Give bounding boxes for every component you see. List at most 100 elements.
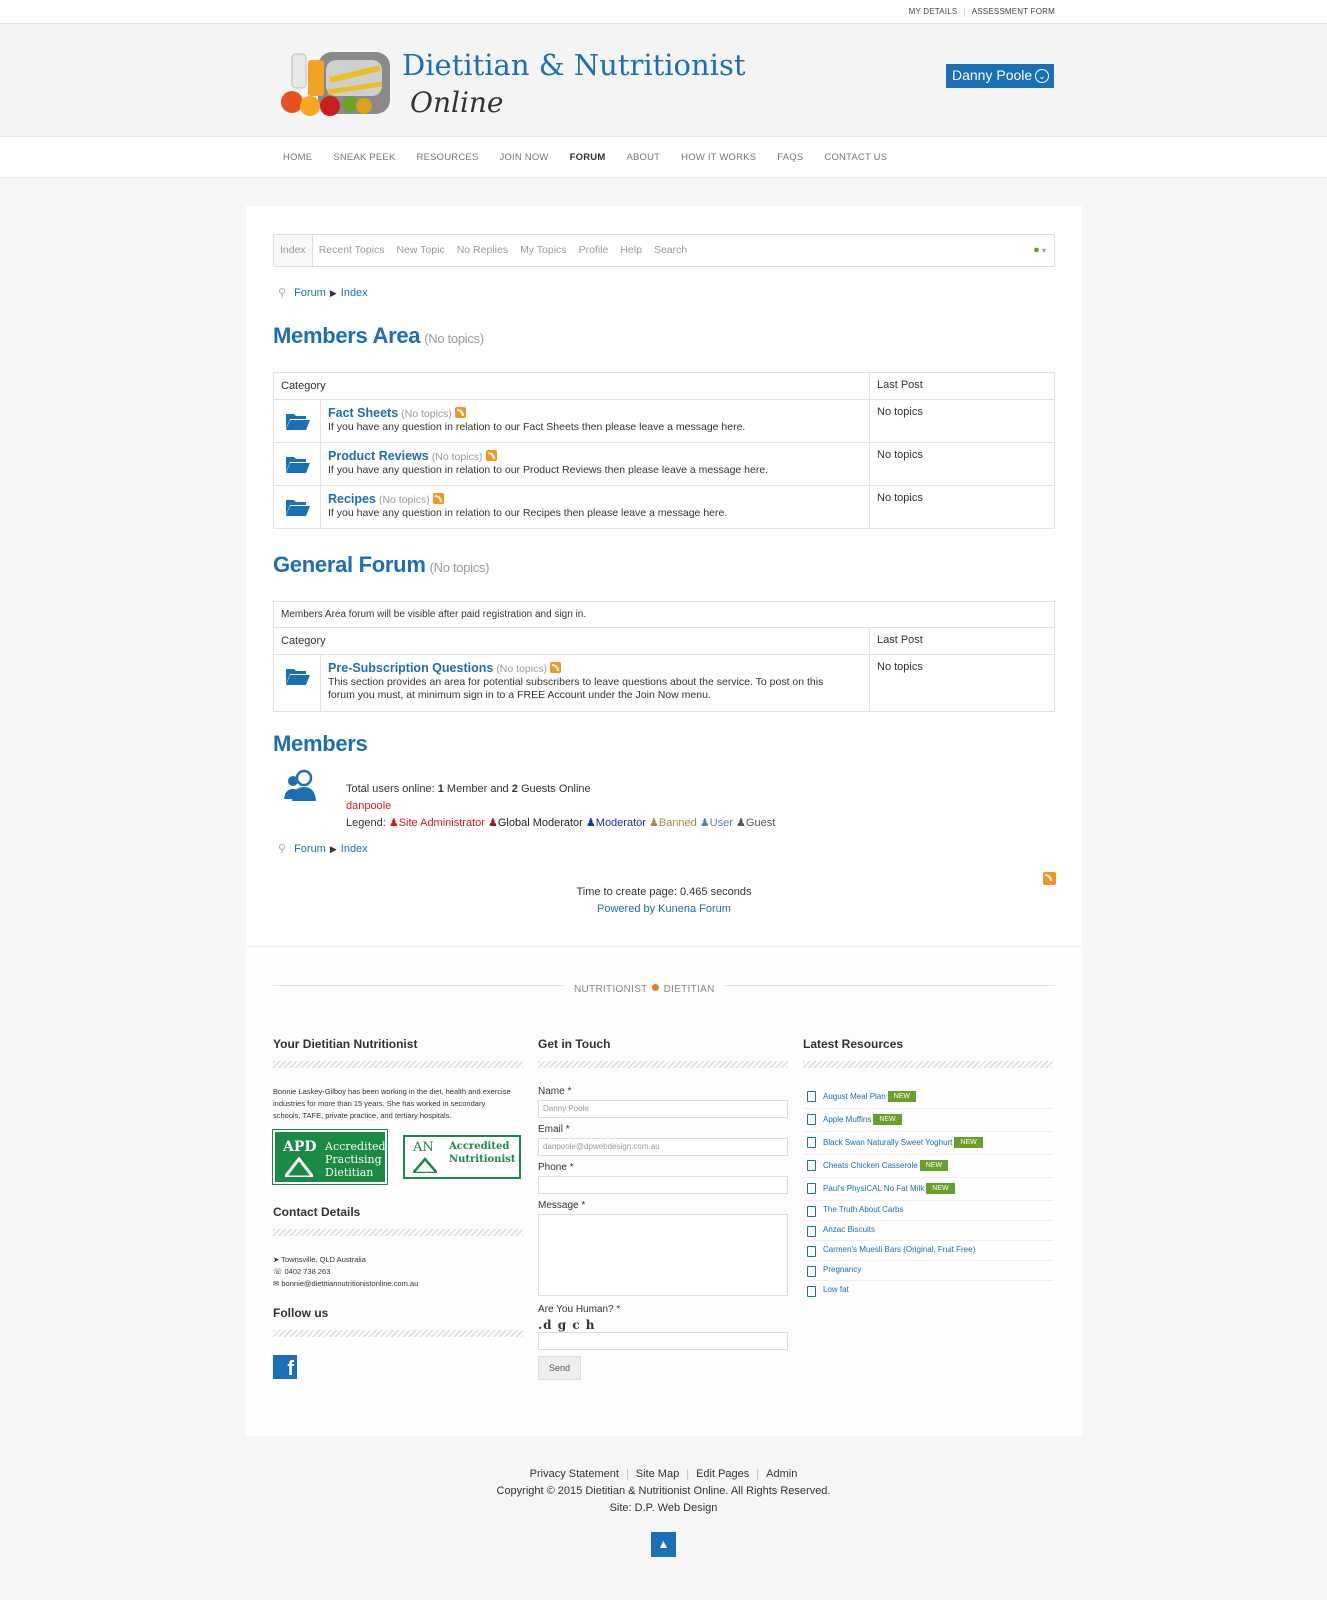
category-name[interactable]: Recipes [328,492,376,506]
section-title-text[interactable]: Members Area [273,323,421,348]
back-to-top-button[interactable]: ▲ [651,1532,676,1557]
pdf-icon [807,1266,816,1277]
resource-name[interactable]: August Meal Plan [823,1092,886,1101]
online-label: Total users online: [346,783,435,795]
send-button[interactable]: Send [538,1356,582,1380]
admin-link[interactable]: Admin [766,1468,797,1480]
tab-no-replies[interactable]: No Replies [451,235,514,266]
tab-search[interactable]: Search [648,235,693,266]
last-post: No topics [877,449,923,461]
email-input[interactable]: danpoole@dpwebdesign.com.au [538,1138,788,1156]
resource-item[interactable]: Anzac Biscuits [803,1221,1053,1241]
resource-name[interactable]: Cheats Chicken Casserole [823,1161,918,1170]
tab-help[interactable]: Help [614,235,648,266]
breadcrumb-forum[interactable]: Forum [294,287,326,299]
assessment-form-link[interactable]: ASSESSMENT FORM [972,7,1055,16]
category-description: This section provides an area for potent… [328,676,824,701]
resource-name[interactable]: Pregnancy [823,1265,861,1274]
message-textarea[interactable] [538,1214,788,1296]
category-name[interactable]: Product Reviews [328,449,429,463]
location-arrow-icon: ➤ [273,1255,280,1264]
section-title-text[interactable]: General Forum [273,552,426,577]
resource-name[interactable]: Low fat [823,1285,849,1294]
breadcrumb-index[interactable]: Index [341,843,368,855]
resource-item[interactable]: Pregnancy [803,1261,1053,1281]
breadcrumb-forum[interactable]: Forum [294,843,326,855]
tab-profile[interactable]: Profile [573,235,615,266]
legend-moderator-label: Moderator [595,817,646,829]
user-menu-button[interactable]: Danny Poole ⌄ [946,64,1054,88]
tab-my-topics[interactable]: My Topics [514,235,573,266]
nav-contact-us[interactable]: CONTACT US [824,152,887,163]
nav-sneak-peek[interactable]: SNEAK PEEK [333,152,395,163]
folder-open-icon [286,500,310,516]
resource-item[interactable]: Paul's PhysiCAL No Fat Milk NEW [803,1178,1053,1201]
hatch-divider [273,1061,523,1068]
nav-how-it-works[interactable]: HOW IT WORKS [681,152,756,163]
rss-icon[interactable] [432,493,444,504]
an-logo-icon [413,1157,437,1173]
contact-email[interactable]: ✉ bonnie@dietitiannutritionistonline.com… [273,1278,523,1290]
nav-about[interactable]: ABOUT [626,152,660,163]
section-title-members-area: Members Area (No topics) [273,323,484,349]
resource-name[interactable]: Black Swan Naturally Sweet Yoghurt [823,1138,952,1147]
resource-name[interactable]: Anzac Biscuits [823,1225,875,1234]
category-name[interactable]: Fact Sheets [328,406,398,420]
online-user-link[interactable]: danpoole [346,798,775,815]
category-count: (No topics) [378,494,430,506]
resource-item[interactable]: August Meal Plan NEW [803,1086,1053,1109]
resource-name[interactable]: Apple Muffins [823,1115,871,1124]
tab-index[interactable]: Index [274,235,313,266]
resource-item[interactable]: Apple Muffins NEW [803,1109,1053,1132]
category-description: If you have any question in relation to … [328,421,746,433]
rss-icon[interactable] [485,450,497,461]
resource-name[interactable]: Paul's PhysiCAL No Fat Milk [823,1184,924,1193]
category-name[interactable]: Pre-Subscription Questions [328,661,493,675]
rss-icon[interactable] [454,407,466,418]
forum-notice: Members Area forum will be visible after… [274,602,1054,628]
users-icon [284,769,316,801]
resource-item[interactable]: The Truth About Carbs [803,1201,1053,1221]
nav-faqs[interactable]: FAQS [777,152,803,163]
section-count: (No topics) [429,560,490,575]
pdf-icon [807,1246,816,1257]
powered-by-link[interactable]: Powered by Kunena Forum [246,903,1082,915]
top-links: MY DETAILS | ASSESSMENT FORM [908,7,1055,16]
resource-item[interactable]: Low fat [803,1281,1053,1301]
sitemap-link[interactable]: Site Map [636,1468,679,1480]
resource-item[interactable]: Cheats Chicken Casserole NEW [803,1155,1053,1178]
nav-resources[interactable]: RESOURCES [417,152,479,163]
nav-forum[interactable]: FORUM [570,152,606,163]
rss-icon[interactable] [1043,872,1056,885]
phone-input[interactable] [538,1176,788,1194]
my-details-link[interactable]: MY DETAILS [909,7,958,16]
members-area-table: Category Last Post Fact Sheets (No topics… [273,372,1055,529]
divider-label: NUTRITIONIST ● DIETITIAN [564,979,725,997]
category-description: If you have any question in relation to … [328,464,769,476]
tab-new-topic[interactable]: New Topic [390,235,450,266]
resource-name[interactable]: Carmen's Muesli Bars (Original, Fruit Fr… [823,1245,975,1254]
user-dropdown-icon[interactable]: ● ▾ [1033,244,1046,256]
folder-open-icon [286,457,310,473]
resource-name[interactable]: The Truth About Carbs [823,1205,904,1214]
breadcrumb-index[interactable]: Index [341,287,368,299]
tab-recent-topics[interactable]: Recent Topics [313,235,391,266]
category-count: (No topics) [496,663,548,675]
resource-item[interactable]: Carmen's Muesli Bars (Original, Fruit Fr… [803,1241,1053,1261]
user-name: Danny Poole [952,67,1033,83]
section-count: (No topics) [424,331,484,346]
facebook-icon[interactable]: f [273,1355,297,1380]
site-logo[interactable]: Dietitian & Nutritionist Online [280,40,745,120]
page-time: Time to create page: 0.465 seconds [576,886,752,898]
rss-icon[interactable] [550,662,562,673]
section-title-general-forum: General Forum (No topics) [273,552,489,578]
privacy-link[interactable]: Privacy Statement [530,1468,619,1480]
captcha-input[interactable] [538,1332,788,1350]
resource-item[interactable]: Black Swan Naturally Sweet Yoghurt NEW [803,1132,1053,1155]
resource-list: August Meal Plan NEW Apple Muffins NEW Bla… [803,1086,1053,1301]
edit-pages-link[interactable]: Edit Pages [696,1468,749,1480]
nav-home[interactable]: HOME [283,152,312,163]
nav-join-now[interactable]: JOIN NOW [500,152,549,163]
forum-tabs: Index Recent Topics New Topic No Replies… [273,234,1055,267]
name-input[interactable]: Danny Poole [538,1100,788,1118]
